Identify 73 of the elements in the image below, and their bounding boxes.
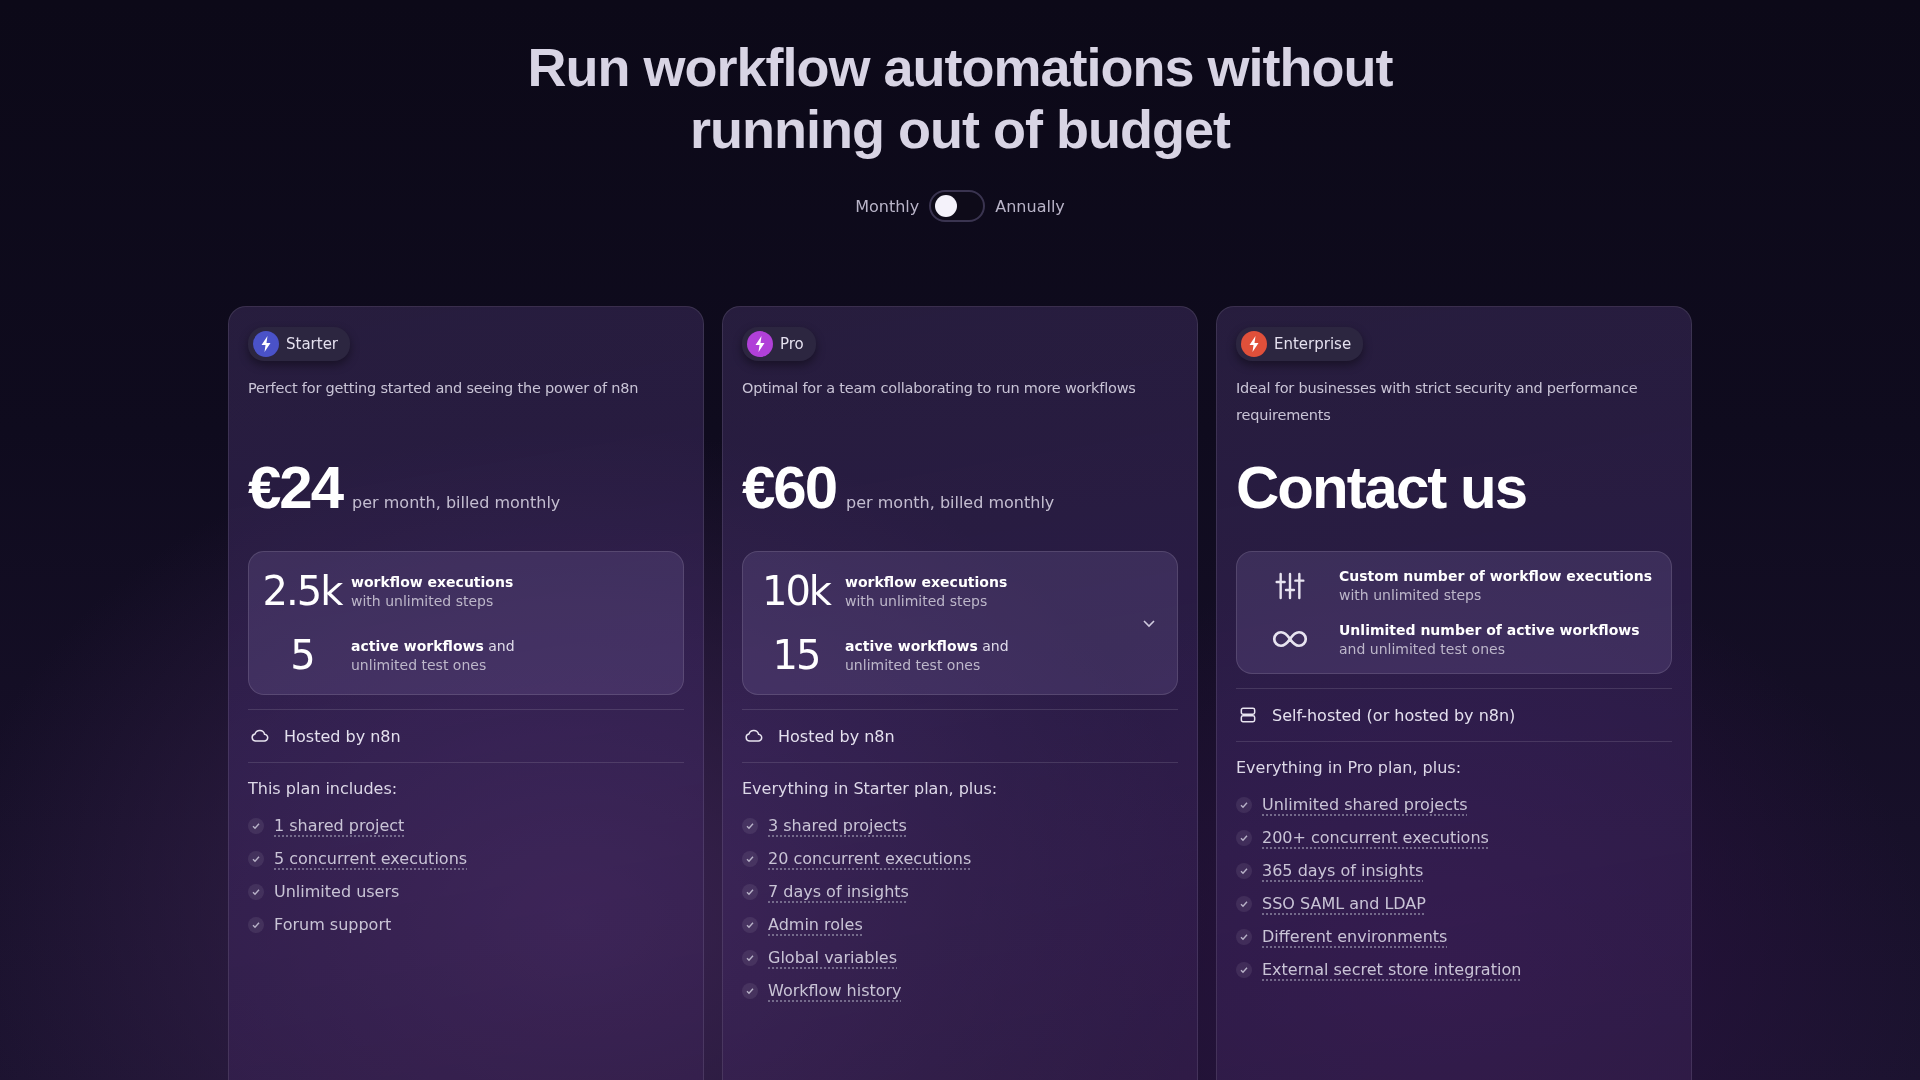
check-icon	[1236, 961, 1252, 978]
lightning-icon	[253, 331, 279, 357]
stat-subtitle: and unlimited test ones	[1339, 640, 1506, 657]
plan-description: Perfect for getting started and seeing the power of n8n	[248, 379, 640, 398]
check-icon	[742, 949, 758, 966]
check-icon	[1236, 895, 1252, 912]
page-heading: Run workflow automations without running out of budget	[526, 36, 1394, 160]
includes-title: This plan includes:	[248, 779, 399, 798]
check-icon	[742, 850, 758, 867]
feature-text: 200+ concurrent executions	[1262, 828, 1489, 847]
feature-text: 7 days of insights	[768, 882, 909, 901]
billing-toggle[interactable]	[929, 190, 986, 222]
check-icon	[248, 916, 264, 933]
feature-text: SSO SAML and LDAP	[1262, 894, 1426, 913]
stat-subtitle: unlimited test ones	[845, 656, 982, 673]
plan-name: Starter	[286, 335, 339, 353]
feature-text: Unlimited shared projects	[1262, 795, 1468, 814]
stat-value: 5	[290, 632, 314, 678]
feature-text: Workflow history	[768, 981, 902, 1000]
plan-price: €24	[248, 453, 343, 522]
feature-text: Different environments	[1262, 927, 1448, 946]
hosting-label: Self-hosted (or hosted by n8n)	[1272, 705, 1516, 725]
stat-subtitle: unlimited test ones	[351, 656, 488, 673]
includes-title: Everything in Pro plan, plus:	[1236, 758, 1463, 777]
check-icon	[742, 883, 758, 900]
check-icon	[248, 817, 264, 834]
check-icon	[742, 982, 758, 999]
check-icon	[1236, 829, 1252, 846]
feature-text: 20 concurrent executions	[768, 849, 972, 868]
stat-value: 15	[772, 632, 820, 678]
stat-title: workflow executions	[845, 573, 1008, 590]
feature-text: 365 days of insights	[1262, 861, 1424, 880]
price-note: per month, billed monthly	[846, 493, 1055, 512]
plan-description: Ideal for businesses with strict security and performance requirements	[1236, 379, 1639, 425]
lightning-icon	[1241, 331, 1267, 357]
check-icon	[1236, 928, 1252, 945]
plan-price: Contact us	[1236, 453, 1527, 522]
stat-title: Custom number of workflow executions	[1339, 568, 1652, 584]
monthly-label: Monthly	[855, 196, 920, 216]
feature-text: External secret store integration	[1262, 960, 1522, 979]
plan-description: Optimal for a team collaborating to run more workflows	[742, 379, 1137, 398]
plan-name: Pro	[780, 335, 804, 353]
stat-subtitle: with unlimited steps	[351, 592, 495, 609]
feature-text: 1 shared project	[274, 816, 405, 835]
stat-subtitle: with unlimited steps	[1339, 587, 1483, 603]
check-icon	[248, 883, 264, 900]
stat-value: 2.5k	[262, 568, 342, 614]
feature-text: 5 concurrent executions	[274, 849, 468, 868]
annually-label: Annually	[995, 196, 1065, 216]
feature-text: Admin roles	[768, 915, 863, 934]
feature-text: Global variables	[768, 948, 897, 967]
feature-text: Unlimited users	[274, 882, 400, 901]
plan-price: €60	[742, 453, 837, 522]
check-icon	[248, 850, 264, 867]
stat-title: active workflows and	[845, 637, 1009, 654]
check-icon	[742, 817, 758, 834]
lightning-icon	[747, 331, 773, 357]
check-icon	[742, 916, 758, 933]
hosting-label: Hosted by n8n	[778, 726, 895, 746]
stat-title: workflow executions	[351, 573, 514, 590]
server-icon	[1238, 705, 1258, 725]
price-note: per month, billed monthly	[352, 493, 561, 512]
includes-title: Everything in Starter plan, plus:	[742, 779, 999, 798]
stat-value: 10k	[761, 568, 831, 614]
feature-text: Forum support	[274, 915, 392, 934]
stat-subtitle: with unlimited steps	[845, 592, 989, 609]
hosting-label: Hosted by n8n	[284, 726, 401, 746]
plan-name: Enterprise	[1274, 335, 1352, 353]
stat-title: Unlimited number of active workflows	[1339, 621, 1640, 638]
stat-title: active workflows and	[351, 637, 515, 654]
feature-text: 3 shared projects	[768, 816, 907, 835]
check-icon	[1236, 796, 1252, 813]
check-icon	[1236, 862, 1252, 879]
